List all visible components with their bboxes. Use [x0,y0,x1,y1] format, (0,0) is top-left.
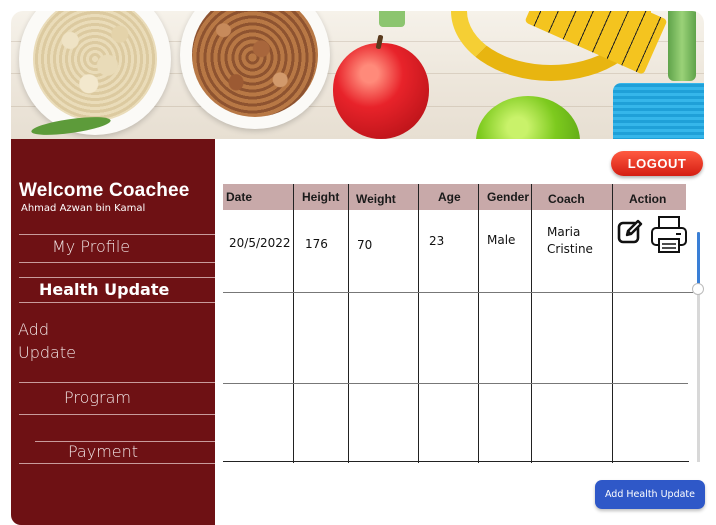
cell-height: 176 [305,237,328,251]
cell-gender: Male [487,233,516,247]
column-header-coach: Coach [548,192,585,206]
green-apple-image [476,96,580,139]
nav-add-update[interactable]: Add Update [18,318,76,364]
header-banner-image [11,11,704,139]
nav-health-update[interactable]: Health Update [39,280,169,299]
column-header-action: Action [629,192,667,206]
column-header-height: Height [302,190,340,204]
cell-age: 23 [429,234,445,248]
column-header-age: Age [438,190,461,204]
edit-icon[interactable] [616,218,644,246]
cell-date: 20/5/2022 [229,236,291,250]
nav-payment[interactable]: Payment [68,442,138,461]
sidebar: Welcome Coachee Ahmad Azwan bin Kamal My… [11,139,215,525]
cell-coach-line1: Maria [547,225,581,239]
cell-coach-line2: Cristine [547,242,593,256]
nav-program[interactable]: Program [64,388,131,407]
beans-bowl-image [180,11,330,129]
user-name: Ahmad Azwan bin Kamal [21,203,146,214]
welcome-heading: Welcome Coachee [19,180,190,201]
column-header-gender: Gender [487,190,530,204]
nav-add-update-line2: Update [18,343,76,362]
nav-add-update-line1: Add [18,320,49,339]
cell-weight: 70 [357,238,373,252]
scrollbar-thumb[interactable] [697,232,700,284]
logout-button[interactable]: LOGOUT [611,151,703,176]
printer-icon[interactable] [649,215,689,255]
red-apple-image [333,43,429,139]
scrollbar-handle[interactable] [692,283,704,295]
nav-my-profile[interactable]: My Profile [52,237,130,256]
cell-coach: Maria Cristine [547,224,593,258]
column-header-date: Date [226,190,253,204]
add-health-update-button[interactable]: Add Health Update [595,480,705,509]
column-header-weight: Weight [356,192,396,206]
